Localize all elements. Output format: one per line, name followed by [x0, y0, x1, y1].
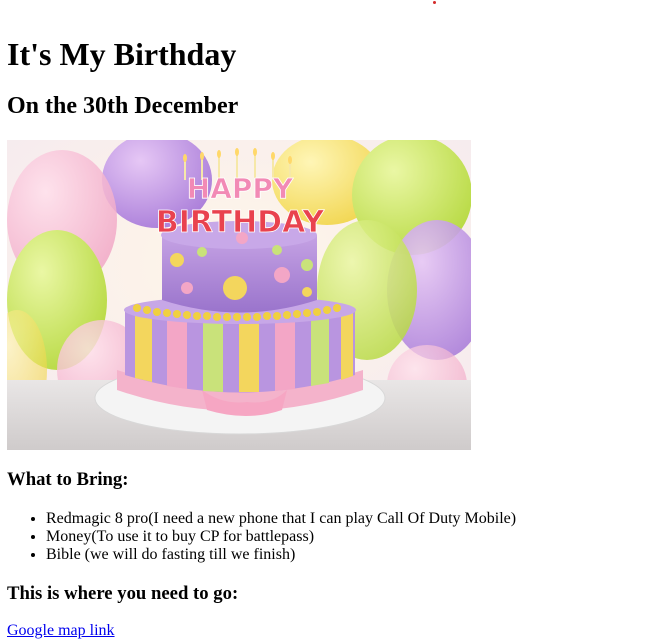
cursor-dot: [433, 1, 436, 4]
page-title: It's My Birthday: [7, 36, 237, 72]
list-item: Money(To use it to buy CP for battlepass…: [46, 528, 516, 546]
bring-heading: What to Bring:: [7, 469, 129, 490]
location-heading: This is where you need to go:: [7, 583, 239, 604]
bring-list: Redmagic 8 pro(I need a new phone that I…: [7, 510, 516, 564]
google-map-link[interactable]: Google map link: [7, 622, 115, 640]
topper-line1: HAPPY: [187, 172, 294, 205]
list-item: Redmagic 8 pro(I need a new phone that I…: [46, 510, 516, 528]
page-subtitle: On the 30th December: [7, 93, 239, 119]
topper-line2: BIRTHDAY: [156, 205, 326, 240]
list-item: Bible (we will do fasting till we finish…: [46, 546, 516, 564]
birthday-cake-image: HAPPY BIRTHDAY: [7, 140, 471, 450]
